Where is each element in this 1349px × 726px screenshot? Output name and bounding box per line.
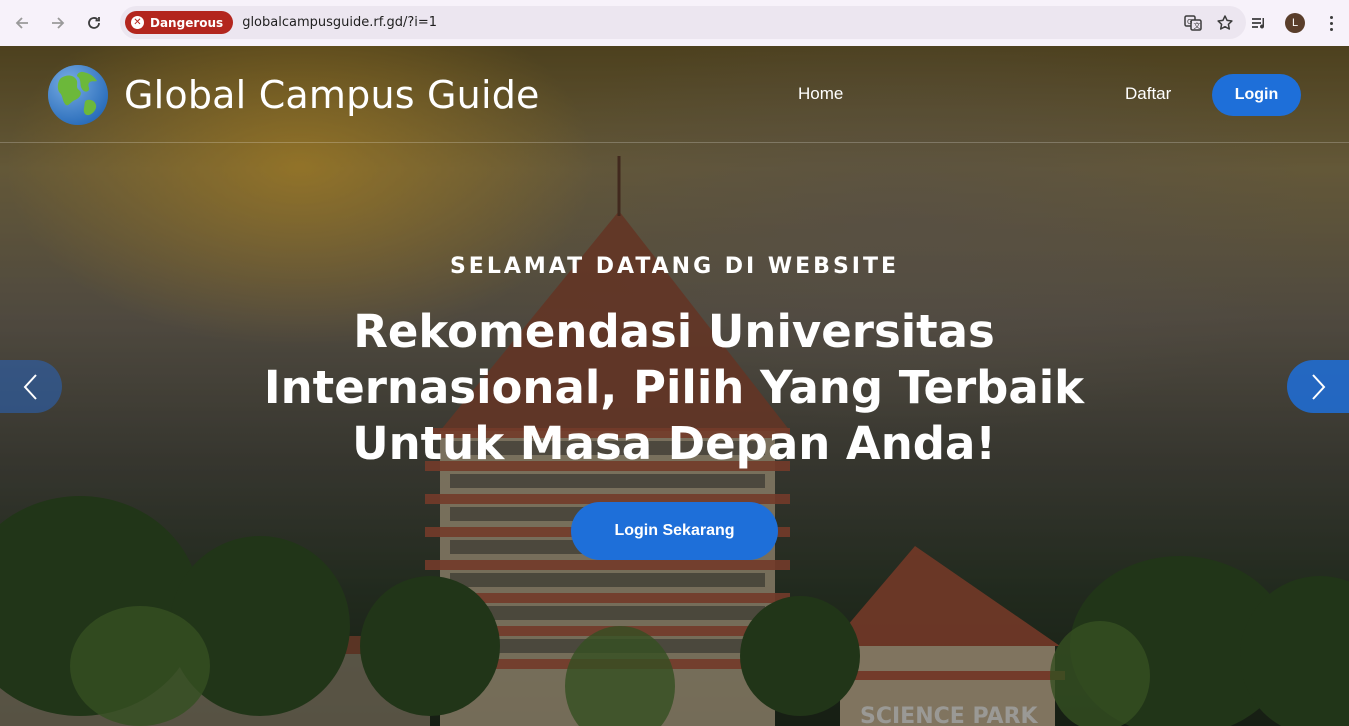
reload-icon — [88, 17, 100, 29]
brand-logo-link[interactable]: Global Campus Guide — [47, 64, 540, 126]
carousel-prev-button[interactable] — [0, 360, 62, 413]
browser-toolbar: ✕ Dangerous globalcampusguide.rf.gd/?i=1… — [0, 0, 1349, 46]
queue-music-icon — [1252, 18, 1265, 29]
security-warning-chip[interactable]: ✕ Dangerous — [125, 11, 234, 34]
hero-subtitle: SELAMAT DATANG DI WEBSITE — [449, 254, 900, 279]
address-bar[interactable]: ✕ Dangerous globalcampusguide.rf.gd/?i=1… — [120, 6, 1246, 39]
nav-login-button[interactable]: Login — [1212, 74, 1301, 116]
security-label: Dangerous — [150, 15, 224, 30]
back-button[interactable] — [4, 0, 40, 46]
kebab-menu-icon — [1329, 15, 1333, 31]
site-header: Global Campus Guide Home Daftar Login — [0, 46, 1349, 143]
arrow-left-icon — [15, 17, 28, 29]
chevron-right-icon — [1312, 373, 1326, 400]
globe-icon — [48, 65, 108, 125]
svg-text:文: 文 — [1194, 21, 1201, 30]
login-now-button[interactable]: Login Sekarang — [571, 502, 778, 560]
nav-link-daftar[interactable]: Daftar — [1125, 84, 1171, 104]
profile-button[interactable]: L — [1277, 0, 1313, 46]
danger-icon: ✕ — [131, 16, 144, 29]
forward-button[interactable] — [40, 0, 76, 46]
bookmark-star-icon[interactable] — [1216, 14, 1234, 32]
arrow-right-icon — [52, 17, 65, 29]
carousel-next-button[interactable] — [1287, 360, 1349, 413]
browser-menu-button[interactable] — [1313, 0, 1349, 46]
url-text[interactable]: globalcampusguide.rf.gd/?i=1 — [242, 15, 437, 30]
brand-name: Global Campus Guide — [124, 73, 540, 117]
chevron-left-icon — [23, 373, 37, 400]
hero-section: SCIENCE PARK Global Campus Guide Home Da… — [0, 46, 1349, 726]
reload-button[interactable] — [76, 0, 112, 46]
avatar: L — [1285, 13, 1305, 33]
nav-link-home[interactable]: Home — [798, 84, 843, 104]
hero-headline: Rekomendasi Universitas Internasional, P… — [263, 305, 1085, 470]
translate-icon[interactable]: G文 — [1184, 14, 1202, 32]
media-control-button[interactable] — [1241, 0, 1277, 46]
svg-text:G: G — [1187, 18, 1192, 26]
